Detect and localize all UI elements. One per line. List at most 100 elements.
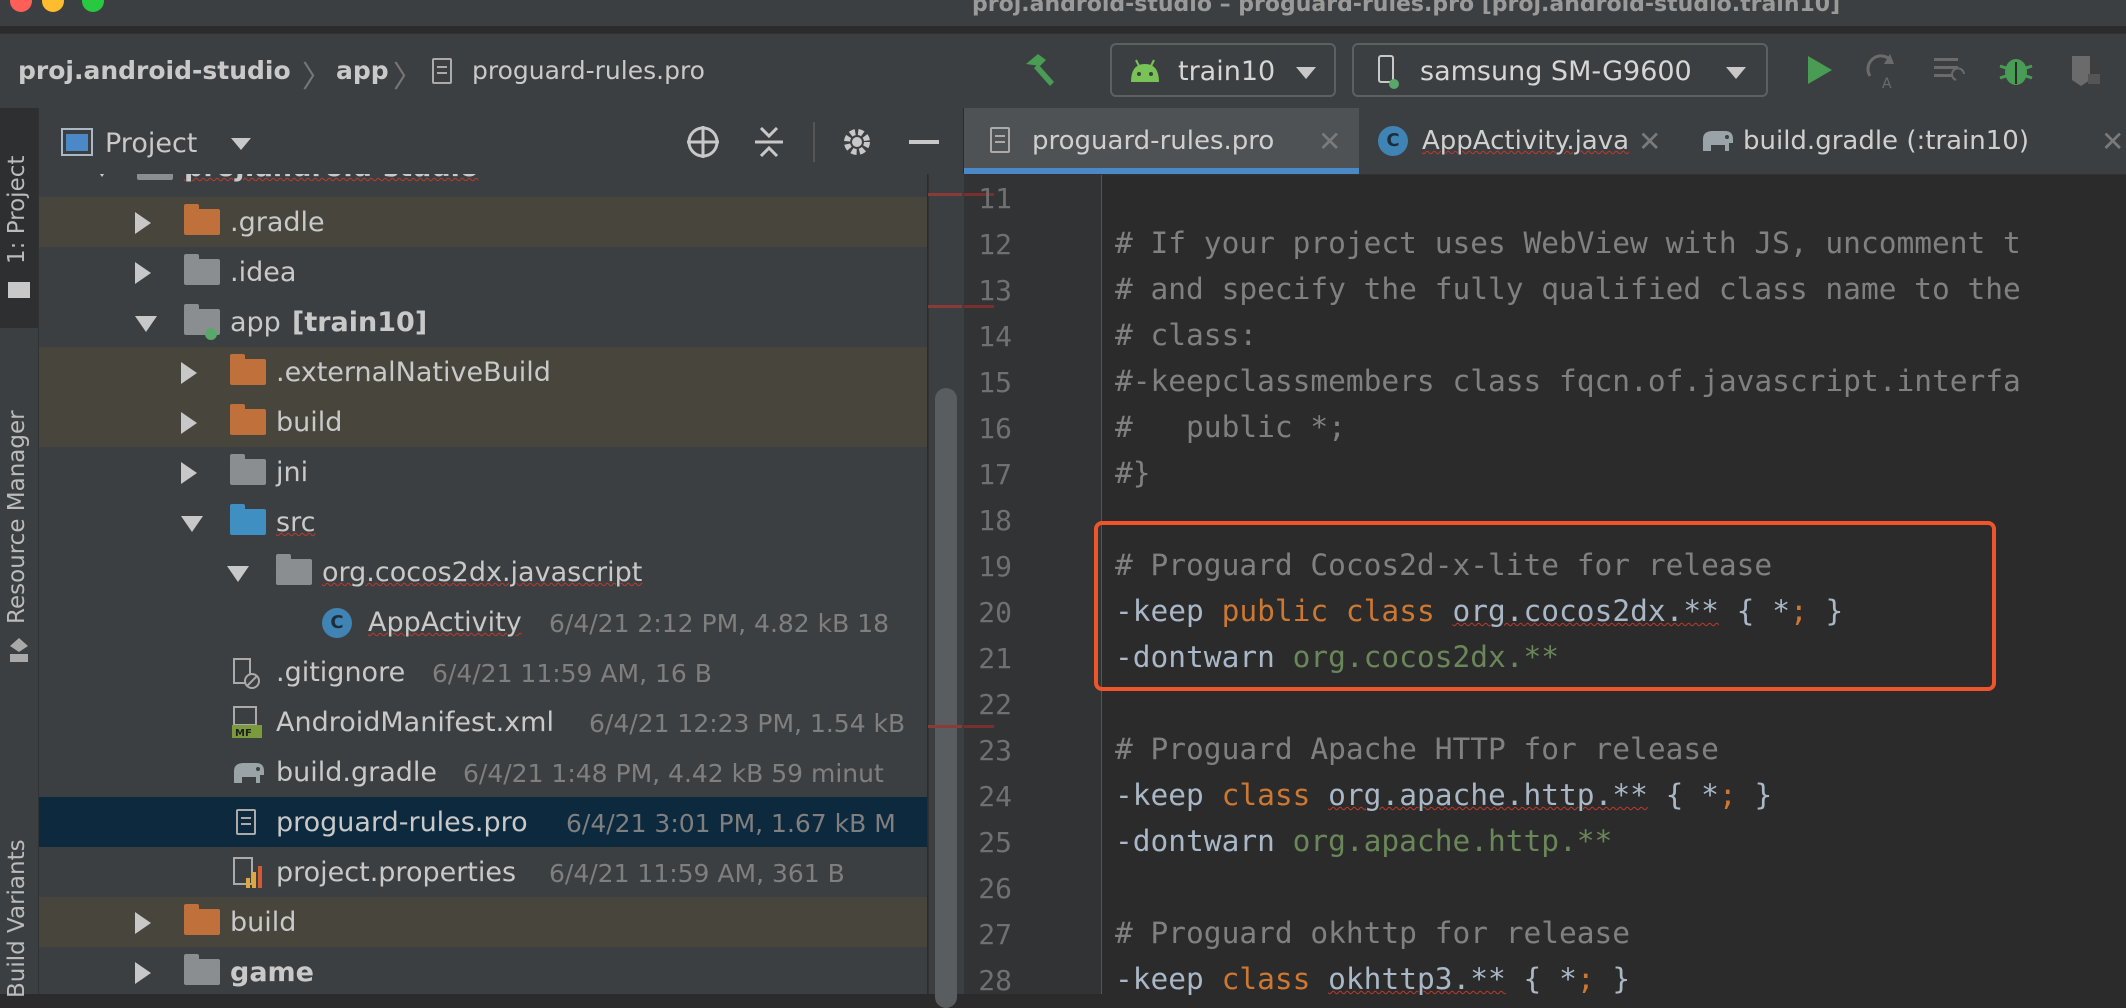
close-icon[interactable]: ✕ [1638, 125, 1661, 158]
error-stripe-mark[interactable] [928, 193, 962, 196]
hammer-icon[interactable] [1020, 50, 1060, 90]
gear-icon[interactable] [839, 124, 875, 160]
minimize-panel-icon[interactable] [909, 140, 939, 144]
code-token: #-keepclassmembers class fqcn.of.javascr… [1115, 364, 2021, 398]
tree-item-label: src [276, 507, 316, 538]
device-select[interactable]: samsung SM-G9600 [1352, 43, 1768, 97]
chevron-down-icon [1296, 67, 1316, 79]
chevron-down-icon[interactable] [231, 138, 251, 150]
breadcrumb-project[interactable]: proj.android-studio [18, 56, 291, 85]
line-number: 22 [978, 688, 1012, 721]
collapsed-arrow-icon[interactable] [181, 462, 197, 484]
editor-error-mark [964, 725, 994, 728]
code-line[interactable]: -dontwarn org.apache.http.** [1115, 824, 1612, 858]
tree-item-meta: 6/4/21 12:23 PM, 1.54 kB [589, 709, 906, 738]
tree-item-idea[interactable]: .idea [39, 247, 927, 297]
project-tree-scrollbar[interactable] [928, 174, 964, 1008]
code-line[interactable]: # and specify the fully qualified class … [1115, 272, 2021, 306]
collapsed-arrow-icon[interactable] [135, 262, 151, 284]
apply-changes-icon[interactable]: A [1862, 50, 1902, 90]
project-tree-scrollbar-thumb[interactable] [935, 388, 957, 1008]
collapsed-arrow-icon[interactable] [181, 362, 197, 384]
expanded-arrow-icon[interactable] [91, 174, 113, 177]
apply-code-changes-icon[interactable] [1930, 50, 1970, 90]
error-stripe-mark[interactable] [928, 305, 962, 308]
line-number: 25 [978, 826, 1012, 859]
collapsed-arrow-icon[interactable] [135, 962, 151, 984]
project-view-selector[interactable]: Project [105, 128, 197, 159]
tree-item-gradle[interactable]: .gradle [39, 197, 927, 247]
tree-item-label: .gitignore [276, 657, 406, 688]
tree-item-label: build.gradle [276, 757, 438, 788]
tree-item-android-manifest[interactable]: MF AndroidManifest.xml 6/4/21 12:23 PM, … [39, 697, 927, 747]
tree-item-project-properties[interactable]: project.properties 6/4/21 11:59 AM, 361 … [39, 847, 927, 897]
tree-item-build[interactable]: build [39, 397, 927, 447]
zoom-window-button[interactable] [82, 0, 104, 12]
code-line[interactable]: -keep class okhttp3.** { *; } [1115, 962, 1630, 996]
error-stripe-mark[interactable] [928, 725, 962, 728]
code-line[interactable]: # If your project uses WebView with JS, … [1115, 226, 2021, 260]
tree-item-game[interactable]: game [39, 947, 927, 994]
close-icon[interactable]: ✕ [2101, 125, 2124, 158]
line-number: 14 [978, 320, 1012, 353]
toolbar-divider [813, 122, 815, 162]
tree-item-label: AppActivity [368, 607, 522, 638]
tree-item-label: project.properties [276, 857, 517, 888]
tree-item-jni[interactable]: jni [39, 447, 927, 497]
close-window-button[interactable] [10, 0, 32, 12]
collapsed-arrow-icon[interactable] [135, 212, 151, 234]
resource-manager-tool-tab[interactable]: Resource Manager [4, 410, 30, 624]
code-line[interactable]: #-keepclassmembers class fqcn.of.javascr… [1115, 364, 2021, 398]
folder-icon [230, 454, 266, 485]
line-number: 24 [978, 780, 1012, 813]
code-line[interactable]: # Proguard Apache HTTP for release [1115, 732, 1719, 766]
collapsed-arrow-icon[interactable] [135, 912, 151, 934]
minimize-window-button[interactable] [42, 0, 64, 12]
folder-icon [8, 282, 30, 298]
tree-item-app-activity[interactable]: C AppActivity 6/4/21 2:12 PM, 4.82 kB 18 [39, 597, 927, 647]
tree-item-label: AndroidManifest.xml [276, 707, 554, 738]
tree-item-gitignore[interactable]: .gitignore 6/4/21 11:59 AM, 16 B [39, 647, 927, 697]
tab-build-gradle[interactable]: build.gradle (:train10) ✕ [1683, 108, 2126, 174]
run-icon[interactable] [1798, 50, 1838, 90]
code-line[interactable]: # public *; [1115, 410, 1346, 444]
tree-item-app[interactable]: app [train10] [39, 297, 927, 347]
code-token: # and specify the fully qualified class … [1115, 272, 2021, 306]
excluded-folder-icon [184, 904, 220, 935]
code-line[interactable]: -keep class org.apache.http.** { *; } [1115, 778, 1772, 812]
title-bar: proj.android-studio – proguard-rules.pro… [0, 0, 2126, 26]
project-tool-tab[interactable]: 1: Project [4, 156, 30, 264]
excluded-folder-icon [184, 204, 220, 235]
expanded-arrow-icon[interactable] [135, 316, 157, 332]
tree-item-proguard-rules[interactable]: proguard-rules.pro 6/4/21 3:01 PM, 1.67 … [39, 797, 927, 847]
tree-item-build-gradle[interactable]: build.gradle 6/4/21 1:48 PM, 4.42 kB 59 … [39, 747, 927, 797]
debug-icon[interactable] [1996, 50, 2036, 90]
tab-app-activity[interactable]: C AppActivity.java ✕ [1360, 108, 1682, 174]
locate-file-icon[interactable] [685, 124, 721, 160]
close-icon[interactable]: ✕ [1318, 125, 1341, 158]
manifest-file-icon: MF [232, 706, 262, 739]
collapsed-arrow-icon[interactable] [181, 412, 197, 434]
code-line[interactable]: #} [1115, 456, 1151, 490]
tab-proguard-rules[interactable]: proguard-rules.pro ✕ [964, 108, 1359, 174]
attach-debugger-icon[interactable] [2064, 50, 2104, 90]
tree-item-label: build [230, 907, 297, 938]
build-variants-tool-tab[interactable]: Build Variants [4, 839, 30, 998]
collapse-all-icon[interactable] [751, 124, 787, 160]
code-line[interactable]: # Proguard okhttp for release [1115, 916, 1630, 950]
tree-item-package[interactable]: org.cocos2dx.javascript [39, 547, 927, 597]
tree-item-external-native-build[interactable]: .externalNativeBuild [39, 347, 927, 397]
expanded-arrow-icon[interactable] [181, 516, 203, 532]
run-configuration-select[interactable]: train10 [1110, 43, 1336, 97]
tree-item-src[interactable]: src [39, 497, 927, 547]
tree-item-label: .gradle [230, 207, 325, 238]
tree-item-project-root[interactable]: proj.android-studio [39, 174, 927, 192]
tree-item-build-root[interactable]: build [39, 897, 927, 947]
breadcrumb-file[interactable]: proguard-rules.pro [472, 56, 705, 85]
breadcrumb-module[interactable]: app [336, 56, 389, 85]
line-number: 21 [978, 642, 1012, 675]
code-line[interactable]: # class: [1115, 318, 1257, 352]
line-number: 16 [978, 412, 1012, 445]
resource-manager-icon [10, 638, 28, 662]
expanded-arrow-icon[interactable] [227, 566, 249, 582]
